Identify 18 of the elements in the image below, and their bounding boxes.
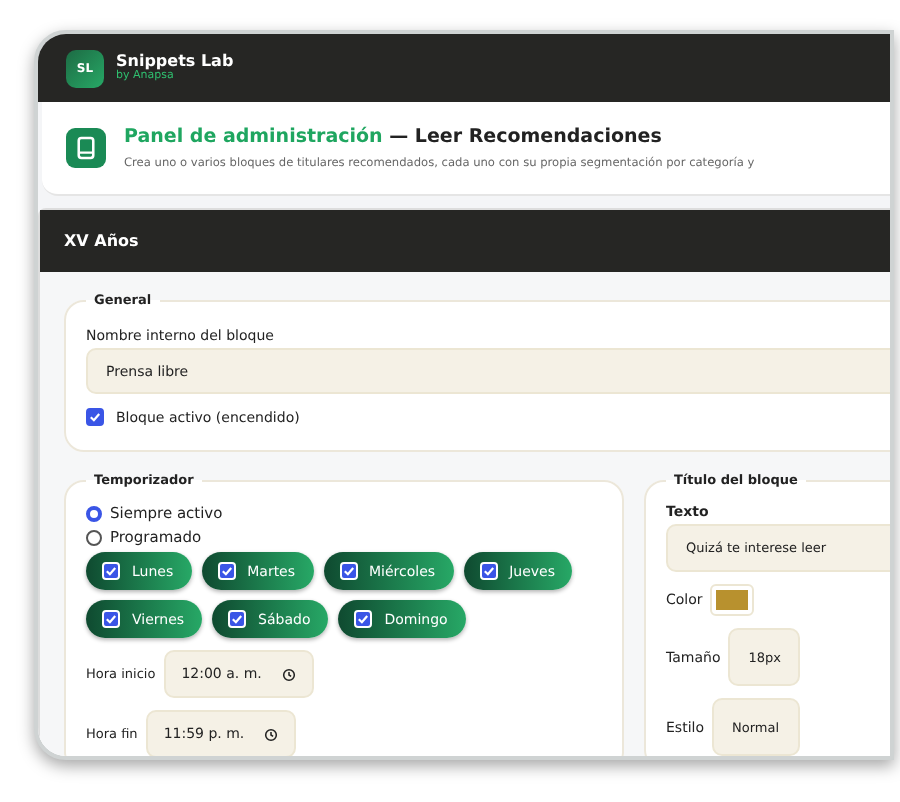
check-icon <box>104 564 118 578</box>
check-icon <box>481 564 496 578</box>
radio-button[interactable] <box>86 529 102 545</box>
color-picker[interactable] <box>710 584 755 616</box>
checkbox[interactable] <box>86 408 104 426</box>
panel-title: Panel de administración — Leer Recomendaciones <box>124 126 664 148</box>
clock-icon[interactable] <box>281 667 296 681</box>
app-name: Snippets Lab <box>116 53 234 70</box>
check-icon <box>356 612 371 626</box>
check-icon <box>230 612 245 626</box>
block-title: XV Años <box>64 232 139 250</box>
book-icon <box>66 128 106 168</box>
check-icon <box>88 410 102 424</box>
clock-icon[interactable] <box>264 727 279 741</box>
check-icon <box>219 564 234 578</box>
check-icon <box>104 612 118 626</box>
radio-button[interactable] <box>86 505 102 521</box>
check-icon <box>341 564 356 578</box>
